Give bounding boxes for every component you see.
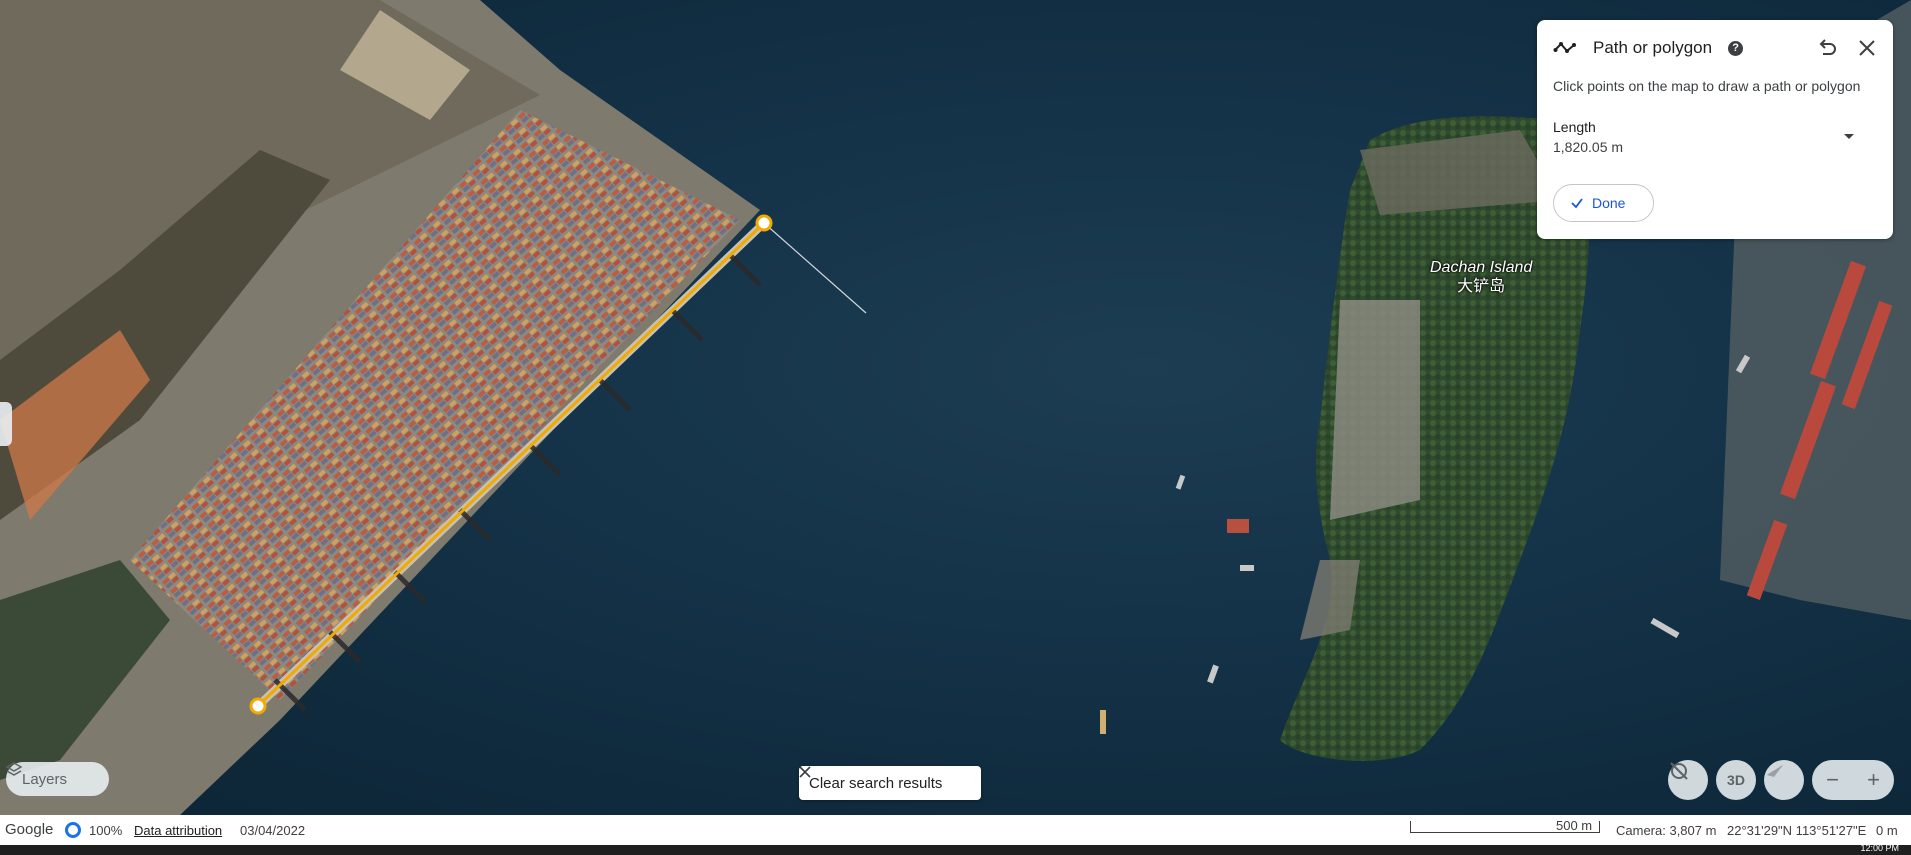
scale-label: 500 m xyxy=(1556,818,1593,833)
coordinates: 22°31'29"N 113°51'27"E xyxy=(1727,823,1867,838)
compass-button[interactable] xyxy=(1764,760,1804,800)
zoom-out-button[interactable]: − xyxy=(1812,760,1853,800)
layers-button[interactable]: Layers xyxy=(6,762,109,796)
measure-panel: Path or polygon ? Click points on the ma… xyxy=(1537,20,1893,239)
check-icon xyxy=(1571,198,1583,209)
length-label: Length xyxy=(1553,119,1596,135)
done-button[interactable]: Done xyxy=(1553,184,1654,222)
zoom-controls: − + xyxy=(1812,760,1894,800)
status-bar: Google 100% Data attribution 03/04/2022 … xyxy=(0,815,1911,845)
unit-dropdown-icon[interactable] xyxy=(1837,124,1861,148)
layers-label: Layers xyxy=(22,770,68,788)
measure-panel-header: Path or polygon ? xyxy=(1553,36,1744,60)
close-icon xyxy=(799,766,811,778)
compass-icon xyxy=(1767,765,1783,777)
loading-ring-icon xyxy=(65,822,81,838)
path-icon xyxy=(1553,42,1576,53)
panel-hint: Click points on the map to draw a path o… xyxy=(1553,78,1861,94)
undo-icon[interactable] xyxy=(1815,36,1839,60)
taskbar-clock: 12:00 PM xyxy=(1860,843,1899,853)
place-label-english: Dachan Island xyxy=(1430,259,1533,276)
panel-title: Path or polygon xyxy=(1593,38,1713,57)
help-icon[interactable]: ? xyxy=(1728,40,1744,56)
done-label: Done xyxy=(1592,195,1626,211)
imagery-date: 03/04/2022 xyxy=(240,823,306,838)
os-taskbar: 12:00 PM xyxy=(0,843,1911,855)
measure-guide-line xyxy=(763,222,867,314)
close-panel-icon[interactable] xyxy=(1855,36,1879,60)
zoom-in-button[interactable]: + xyxy=(1853,760,1894,800)
tilt-reset-button[interactable] xyxy=(1668,760,1708,800)
measure-point-start xyxy=(755,214,773,232)
clear-search-results-button[interactable]: Clear search results xyxy=(799,766,981,800)
elevation: 0 m xyxy=(1876,823,1898,838)
layers-icon xyxy=(6,762,22,776)
data-attribution-link[interactable]: Data attribution xyxy=(134,823,222,838)
google-earth-app: Dachan Island 大铲岛 Layers Clear search re… xyxy=(0,0,1911,855)
3d-toggle-button[interactable]: 3D xyxy=(1716,760,1756,800)
place-label-dachan-island[interactable]: Dachan Island 大铲岛 xyxy=(1430,258,1532,296)
load-percent: 100% xyxy=(89,823,123,838)
measure-point-end xyxy=(249,697,267,715)
clear-search-label: Clear search results xyxy=(809,774,943,792)
side-panel-toggle[interactable] xyxy=(0,402,12,446)
place-label-chinese: 大铲岛 xyxy=(1457,278,1506,295)
google-logo: Google xyxy=(5,821,54,838)
3d-label: 3D xyxy=(1727,772,1745,788)
tilt-icon xyxy=(1670,762,1688,780)
camera-altitude: Camera: 3,807 m xyxy=(1616,823,1717,838)
length-value: 1,820.05 m xyxy=(1553,139,1624,155)
